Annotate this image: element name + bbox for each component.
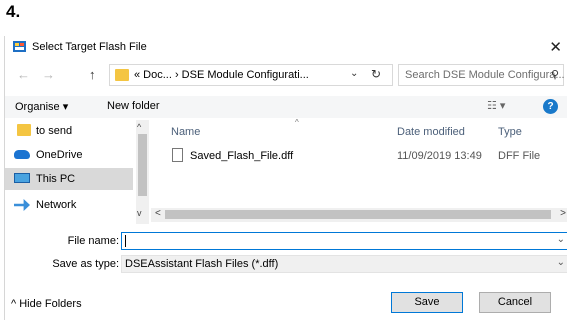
refresh-icon[interactable]: ↻ (371, 67, 381, 81)
chevron-down-icon[interactable]: ⌄ (350, 68, 358, 79)
scroll-up-icon[interactable]: ^ (137, 122, 141, 132)
folder-icon (17, 124, 31, 136)
save-button[interactable]: Save (391, 292, 463, 313)
nav-item-label: to send (36, 125, 73, 137)
scroll-right-icon[interactable]: > (560, 208, 566, 219)
scroll-down-icon[interactable]: v (137, 208, 142, 218)
app-icon (13, 41, 26, 52)
back-arrow-icon[interactable]: ← (17, 67, 30, 82)
view-options-icon[interactable]: ☷ ▾ (487, 99, 505, 112)
nav-item-label: This PC (36, 173, 76, 185)
file-name: Saved_Flash_File.dff (190, 150, 294, 162)
new-folder-button[interactable]: New folder (107, 100, 160, 112)
nav-item-onedrive[interactable]: OneDrive (5, 144, 133, 166)
scroll-left-icon[interactable]: < (155, 208, 161, 219)
chevron-down-icon[interactable]: ⌄ (557, 257, 565, 268)
file-icon (172, 148, 183, 162)
search-box[interactable]: Search DSE Module Configura... ⚲ (398, 64, 565, 86)
horizontal-scrollbar-thumb[interactable] (165, 210, 551, 219)
save-as-type-select[interactable]: DSEAssistant Flash Files (*.dff) ⌄ (121, 255, 567, 273)
breadcrumb[interactable]: « Doc... › DSE Module Configurati... (134, 69, 309, 81)
file-date: 11/09/2019 13:49 (397, 150, 482, 162)
nav-item-to-send[interactable]: to send (5, 120, 133, 142)
column-header-date[interactable]: Date modified (397, 126, 465, 138)
file-row[interactable]: Saved_Flash_File.dff 11/09/2019 13:49 DF… (165, 146, 565, 168)
up-arrow-icon[interactable]: ↑ (89, 67, 96, 82)
nav-item-network[interactable]: Network (5, 194, 133, 216)
toolbar: Organise ▾ New folder ☷ ▾ ? (5, 96, 567, 118)
title-bar: Select Target Flash File ✕ (5, 36, 567, 60)
nav-item-label: Network (36, 199, 77, 211)
search-icon[interactable]: ⚲ (551, 68, 559, 81)
select-file-dialog: Select Target Flash File ✕ ← → ↑ « Doc..… (4, 36, 567, 320)
window-title: Select Target Flash File (32, 41, 147, 53)
help-icon[interactable]: ? (543, 99, 558, 114)
hide-folders-button[interactable]: ^ Hide Folders (11, 298, 82, 310)
chevron-down-icon[interactable]: ⌄ (557, 234, 565, 245)
nav-item-this-pc[interactable]: This PC (5, 168, 133, 190)
file-name-label: File name: (67, 235, 119, 247)
navigation-pane: to send OneDrive This PC Network (5, 120, 136, 224)
sort-ascending-icon: ^ (295, 118, 299, 127)
search-input[interactable]: Search DSE Module Configura... (405, 69, 565, 81)
computer-icon (14, 173, 30, 183)
close-icon[interactable]: ✕ (549, 38, 562, 56)
column-header-name[interactable]: Name (171, 126, 200, 138)
network-icon (14, 199, 30, 211)
save-as-type-value: DSEAssistant Flash Files (*.dff) (125, 258, 279, 270)
step-number: 4. (6, 2, 21, 21)
forward-arrow-icon[interactable]: → (42, 67, 55, 82)
file-type: DFF File (498, 150, 541, 162)
address-bar[interactable]: « Doc... › DSE Module Configurati... ⌄ ↻ (109, 64, 393, 86)
organise-menu-button[interactable]: Organise ▾ (15, 100, 68, 113)
cancel-button[interactable]: Cancel (479, 292, 551, 313)
folder-icon (115, 69, 129, 81)
text-caret (125, 235, 126, 247)
file-name-field[interactable]: ⌄ (121, 232, 567, 250)
column-header-type[interactable]: Type (498, 126, 522, 138)
horizontal-scrollbar[interactable]: < > (151, 208, 567, 222)
cloud-icon (14, 150, 30, 159)
nav-scrollbar-thumb[interactable] (138, 134, 147, 196)
nav-item-label: OneDrive (36, 149, 83, 161)
save-as-type-label: Save as type: (52, 258, 119, 270)
